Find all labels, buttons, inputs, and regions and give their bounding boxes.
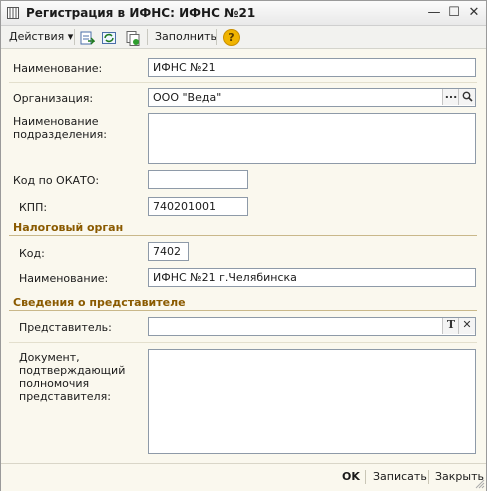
- select-button[interactable]: ...: [442, 89, 459, 105]
- tax-name-label: Наименование:: [19, 272, 109, 285]
- tax-code-label: Код:: [19, 247, 45, 260]
- fill-button[interactable]: Заполнить: [155, 28, 217, 46]
- resize-grip-icon[interactable]: [475, 479, 485, 489]
- tax-authority-section-title: Налоговый орган: [13, 221, 124, 234]
- search-icon[interactable]: [458, 89, 475, 105]
- minimize-button[interactable]: —: [426, 5, 442, 21]
- actions-label: Действия: [9, 30, 65, 43]
- name-label: Наименование:: [13, 62, 103, 75]
- subdivision-label: Наименование подразделения:: [13, 115, 107, 141]
- separator: [9, 342, 477, 343]
- document-field[interactable]: [148, 349, 476, 454]
- post-icon[interactable]: [79, 29, 95, 47]
- help-icon[interactable]: ?: [223, 29, 240, 46]
- organization-value: ООО "Веда": [153, 91, 222, 104]
- separator: [9, 82, 477, 83]
- save-button[interactable]: Записать: [373, 470, 427, 483]
- subdivision-field[interactable]: [148, 113, 476, 164]
- clear-icon[interactable]: ✕: [458, 318, 475, 334]
- representative-label: Представитель:: [19, 321, 112, 334]
- actions-menu-button[interactable]: Действия ▾: [9, 28, 73, 46]
- kpp-field[interactable]: 740201001: [148, 197, 248, 216]
- ok-button[interactable]: OK: [342, 470, 360, 483]
- tax-name-field[interactable]: ИФНС №21 г.Челябинска: [148, 268, 476, 287]
- close-button[interactable]: ✕: [466, 5, 482, 21]
- type-select-button[interactable]: T: [442, 318, 459, 334]
- footer-bar: OK Записать Закрыть: [1, 463, 486, 491]
- kpp-label: КПП:: [19, 201, 48, 214]
- toolbar-separator: [216, 29, 217, 45]
- tax-code-field[interactable]: 7402: [148, 242, 189, 261]
- maximize-button[interactable]: ☐: [446, 5, 462, 21]
- refresh-icon[interactable]: [101, 29, 117, 47]
- toolbar: Действия ▾ Заполнить ?: [1, 26, 486, 49]
- registration-window: Регистрация в ИФНС: ИФНС №21 — ☐ ✕ Дейст…: [0, 0, 487, 491]
- representative-field[interactable]: T ✕: [148, 317, 476, 336]
- document-label: Документ, подтверждающий полномочия пред…: [19, 351, 126, 403]
- section-divider: [9, 310, 477, 311]
- chevron-down-icon: ▾: [67, 30, 74, 43]
- form-icon: [7, 7, 19, 19]
- representative-section-title: Сведения о представителе: [13, 296, 186, 309]
- organization-field[interactable]: ООО "Веда" ...: [148, 88, 476, 107]
- footer-separator: [428, 470, 429, 484]
- toolbar-separator: [74, 29, 75, 45]
- footer-separator: [365, 470, 366, 484]
- copy-icon[interactable]: [125, 29, 141, 47]
- toolbar-separator: [147, 29, 148, 45]
- title-bar[interactable]: Регистрация в ИФНС: ИФНС №21 — ☐ ✕: [1, 1, 486, 26]
- okato-field[interactable]: [148, 170, 248, 189]
- okato-label: Код по ОКАТО:: [13, 174, 100, 187]
- organization-label: Организация:: [13, 92, 94, 105]
- name-field[interactable]: ИФНС №21: [148, 58, 476, 77]
- section-divider: [9, 235, 477, 236]
- window-title: Регистрация в ИФНС: ИФНС №21: [26, 6, 256, 20]
